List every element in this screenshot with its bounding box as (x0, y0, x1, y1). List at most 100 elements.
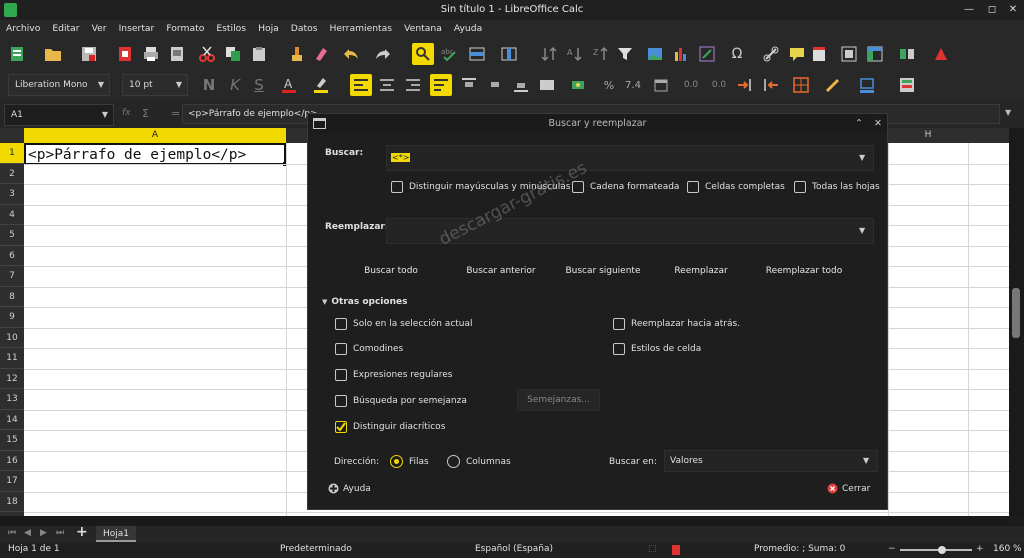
row-header[interactable]: 18 (0, 491, 24, 512)
border-color-icon[interactable] (856, 74, 878, 96)
menu-estilos[interactable]: Estilos (216, 20, 246, 38)
show-draw-functions-icon[interactable] (930, 43, 952, 65)
highlighting-color-icon[interactable] (310, 74, 332, 96)
row-header[interactable]: 9 (0, 307, 24, 328)
bold-button[interactable]: N (198, 74, 220, 96)
search-in-select[interactable]: Valores ▼ (664, 450, 878, 472)
selection-mode-icon[interactable]: ⬚ (648, 544, 657, 554)
replace-button[interactable]: Reemplazar (668, 260, 734, 282)
pivot-table-icon[interactable] (696, 43, 718, 65)
row-header[interactable]: 7 (0, 266, 24, 287)
open-folder-icon[interactable] (42, 43, 64, 65)
first-sheet-icon[interactable]: ⏮ (8, 528, 16, 538)
print-preview-icon[interactable] (166, 43, 188, 65)
row-header[interactable]: 3 (0, 184, 24, 205)
row-header[interactable]: 12 (0, 368, 24, 389)
number-format-button[interactable]: 7.4 (622, 74, 644, 96)
column-header-h[interactable]: H (888, 128, 968, 143)
status-language[interactable]: Español (España) (475, 544, 553, 554)
menu-editar[interactable]: Editar (52, 20, 79, 38)
next-sheet-icon[interactable]: ▶ (40, 528, 47, 538)
row-icon[interactable] (466, 43, 488, 65)
currency-format-icon[interactable] (568, 74, 590, 96)
row-header[interactable]: 8 (0, 286, 24, 307)
status-zoom[interactable]: 160 % (993, 544, 1022, 554)
align-left-icon[interactable] (350, 74, 372, 96)
redo-icon[interactable] (372, 43, 394, 65)
zoom-in-icon[interactable]: + (976, 544, 984, 554)
regex-checkbox[interactable] (335, 369, 347, 381)
copy-icon[interactable] (222, 43, 244, 65)
insert-chart-icon[interactable] (670, 43, 692, 65)
conditional-format-icon[interactable] (896, 74, 918, 96)
status-page-style[interactable]: Predeterminado (280, 544, 352, 554)
autofilter-icon[interactable] (614, 43, 636, 65)
menu-ayuda[interactable]: Ayuda (454, 20, 482, 38)
row-header[interactable]: 4 (0, 204, 24, 225)
insert-image-icon[interactable] (644, 43, 666, 65)
decrease-indent-icon[interactable] (760, 74, 782, 96)
percent-format-button[interactable]: % (598, 74, 620, 96)
all-sheets-checkbox[interactable] (794, 181, 806, 193)
new-document-icon[interactable] (6, 43, 28, 65)
match-case-checkbox[interactable] (391, 181, 403, 193)
dialog-close-icon[interactable]: ✕ (874, 114, 882, 134)
undo-icon[interactable] (340, 43, 362, 65)
underline-button[interactable]: S (248, 74, 270, 96)
export-pdf-icon[interactable] (114, 43, 136, 65)
replace-all-button[interactable]: Reemplazar todo (764, 260, 844, 282)
increase-indent-icon[interactable] (734, 74, 756, 96)
menu-herramientas[interactable]: Herramientas (330, 20, 393, 38)
last-sheet-icon[interactable]: ⏭ (56, 528, 64, 538)
active-cell-a1[interactable]: <p>Párrafo de ejemplo</p> (24, 143, 286, 165)
clone-formatting-icon[interactable] (286, 43, 308, 65)
similarity-checkbox[interactable] (335, 395, 347, 407)
help-button[interactable]: Ayuda (328, 483, 371, 494)
add-sheet-icon[interactable]: + (76, 524, 88, 540)
vertical-scroll-thumb[interactable] (1012, 288, 1020, 338)
rows-radio[interactable] (390, 455, 403, 468)
align-right-icon[interactable] (402, 74, 424, 96)
replace-backwards-checkbox[interactable] (613, 318, 625, 330)
align-bottom-icon[interactable] (510, 74, 532, 96)
dialog-collapse-icon[interactable]: ⌃ (855, 114, 863, 134)
sort-icon[interactable] (538, 43, 560, 65)
columns-radio[interactable] (447, 455, 460, 468)
search-input[interactable]: <*> ▼ (386, 145, 874, 171)
other-options-expander[interactable]: ▼ Otras opciones (322, 297, 407, 307)
row-header[interactable]: 15 (0, 430, 24, 451)
horizontal-scrollbar[interactable] (0, 516, 1009, 526)
date-format-icon[interactable] (650, 74, 672, 96)
zoom-out-icon[interactable]: − (888, 544, 896, 554)
close-icon[interactable]: ✕ (1004, 0, 1022, 20)
close-button[interactable]: Cerrar (827, 483, 870, 494)
spelling-icon[interactable]: abc (438, 43, 460, 65)
previous-sheet-icon[interactable]: ◀ (24, 528, 31, 538)
font-color-icon[interactable]: A (278, 74, 300, 96)
align-center-icon[interactable] (376, 74, 398, 96)
function-wizard-icon[interactable]: fx (122, 108, 131, 118)
chevron-down-icon[interactable]: ▼ (859, 226, 865, 235)
similarities-button[interactable]: Semejanzas... (517, 389, 600, 411)
chevron-down-icon[interactable]: ▼ (859, 153, 865, 162)
current-selection-checkbox[interactable] (335, 318, 347, 330)
font-name-combo[interactable]: Liberation Mono ▼ (8, 74, 110, 96)
find-next-button[interactable]: Buscar siguiente (560, 260, 646, 282)
row-header[interactable]: 17 (0, 471, 24, 492)
column-icon[interactable] (498, 43, 520, 65)
row-header[interactable]: 5 (0, 225, 24, 246)
vertical-scrollbar[interactable] (1009, 128, 1024, 516)
column-header-a[interactable]: A (24, 128, 286, 143)
clear-formatting-icon[interactable] (310, 43, 332, 65)
maximize-icon[interactable]: ◻ (983, 0, 1001, 20)
print-icon[interactable] (140, 43, 162, 65)
name-box[interactable]: A1 ▼ (4, 104, 114, 126)
wildcards-checkbox[interactable] (335, 343, 347, 355)
sort-descending-icon[interactable]: Z (590, 43, 612, 65)
merge-cells-icon[interactable] (536, 74, 558, 96)
find-previous-button[interactable]: Buscar anterior (458, 260, 544, 282)
split-window-icon[interactable] (896, 43, 918, 65)
special-character-icon[interactable]: Ω (726, 43, 748, 65)
row-header[interactable]: 1 (0, 143, 24, 164)
row-header[interactable]: 11 (0, 348, 24, 369)
